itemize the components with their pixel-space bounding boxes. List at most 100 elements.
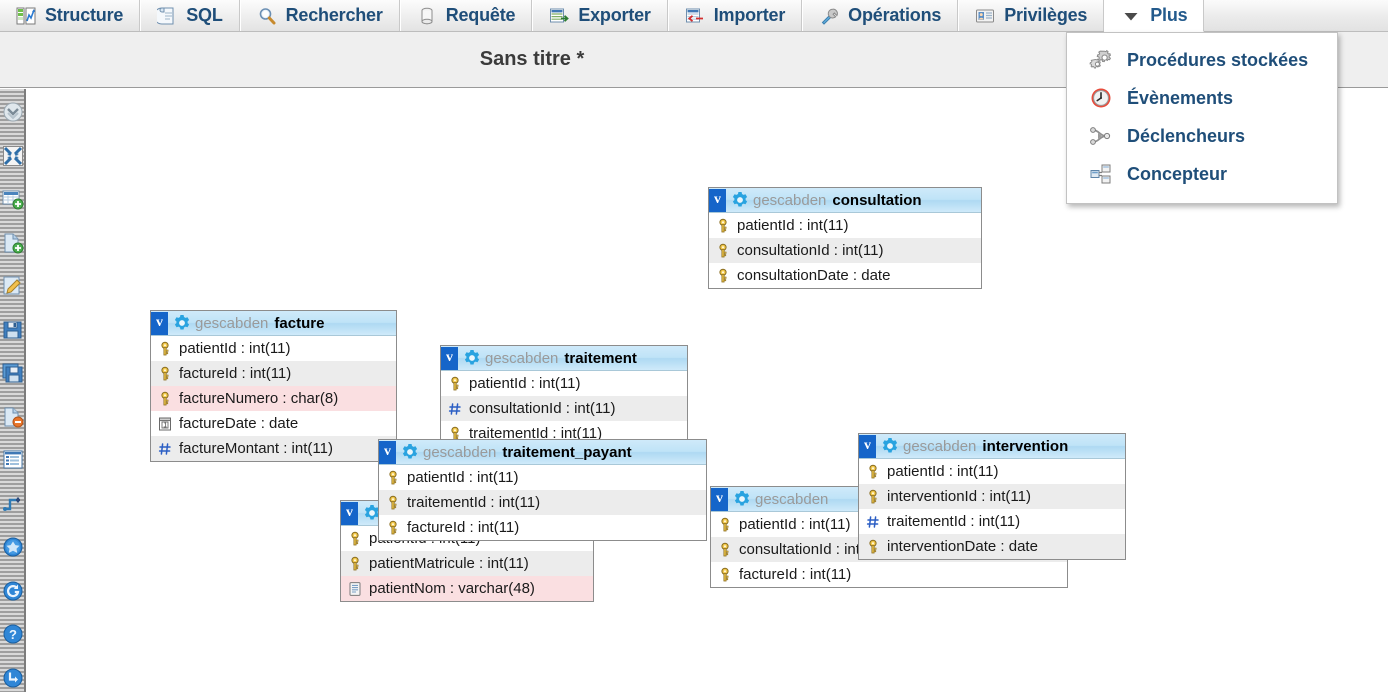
toolbar-show-hide-panel-icon[interactable]	[2, 101, 24, 123]
table-header[interactable]: v gescabden intervention	[859, 434, 1125, 459]
table-column-row[interactable]: factureId : int(11)	[711, 562, 1067, 587]
designer-left-toolbar: ?	[0, 89, 26, 692]
table-box-intervention[interactable]: v gescabden intervention patientId : int(11…	[858, 433, 1126, 560]
menu-item-v-nements[interactable]: Évènements	[1067, 79, 1337, 117]
table-name: traitement_payant	[502, 443, 632, 461]
toolbar-edit-page-icon[interactable]	[2, 275, 24, 297]
table-column-row[interactable]: factureId : int(11)	[379, 515, 706, 540]
key-icon	[716, 268, 737, 284]
toolbar-help-icon[interactable]: ?	[2, 623, 24, 645]
column-label: factureId : int(11)	[407, 519, 520, 536]
tab-privil-ges[interactable]: Privilèges	[958, 0, 1105, 31]
table-column-row[interactable]: patientId : int(11)	[859, 459, 1125, 484]
column-label: factureId : int(11)	[179, 365, 292, 382]
table-column-row[interactable]: patientId : int(11)	[709, 213, 981, 238]
table-column-row[interactable]: traitementId : int(11)	[379, 490, 706, 515]
table-database-name: gescabden	[485, 349, 559, 367]
toolbar-table-list-icon[interactable]	[2, 449, 24, 471]
tab-exporter[interactable]: Exporter	[532, 0, 668, 31]
table-column-row[interactable]: patientMatricule : int(11)	[341, 551, 593, 576]
table-column-row[interactable]: factureId : int(11)	[151, 361, 396, 386]
designer-app: Structure SQL Rechercher Requête Exporter Imp…	[0, 0, 1388, 692]
tab-label: Opérations	[848, 5, 942, 25]
tab-importer[interactable]: Importer	[667, 0, 803, 31]
column-label: traitementId : int(11)	[887, 513, 1021, 530]
column-label: patientId : int(11)	[179, 340, 291, 357]
tab-rechercher[interactable]: Rechercher	[239, 0, 400, 31]
toolbar-collapse-arrows-icon[interactable]	[2, 145, 24, 167]
toolbar-reload-icon[interactable]	[2, 580, 24, 602]
wrench-icon	[819, 6, 839, 26]
svg-text:?: ?	[9, 627, 17, 642]
tab-label: Importer	[713, 5, 786, 25]
gear-icon[interactable]	[876, 437, 903, 455]
table-column-row[interactable]: interventionId : int(11)	[859, 484, 1125, 509]
menu-item-label: Concepteur	[1127, 163, 1228, 184]
table-box-traitement_payant[interactable]: v gescabden traitement_payant patientId : i…	[378, 439, 707, 541]
toolbar-new-page-icon[interactable]	[2, 232, 24, 254]
toolbar-save-page-as-icon[interactable]	[2, 362, 24, 384]
menu-item-d-clencheurs[interactable]: Déclencheurs	[1067, 117, 1337, 155]
table-box-traitement[interactable]: v gescabden traitement patientId : int(11) c…	[440, 345, 688, 447]
toolbar-display-field-icon[interactable]	[2, 536, 24, 558]
toolbar-new-table-icon[interactable]	[2, 188, 24, 210]
key-icon	[716, 218, 737, 234]
toolbar-angular-links-icon[interactable]	[2, 667, 24, 689]
key-icon	[158, 366, 179, 382]
gear-icon[interactable]	[458, 349, 485, 367]
tab-plus[interactable]: Plus	[1104, 0, 1205, 32]
tab-op-rations[interactable]: Opérations	[802, 0, 959, 31]
date-icon	[158, 416, 179, 432]
view-toggle-badge[interactable]: v	[709, 188, 726, 212]
menu-item-proc-dures-stock-es[interactable]: Procédures stockées	[1067, 41, 1337, 79]
key-icon	[718, 542, 739, 558]
privileges-icon	[975, 6, 995, 26]
toolbar-create-relation-icon[interactable]	[2, 493, 24, 515]
key-icon	[866, 489, 887, 505]
table-column-row[interactable]: factureMontant : int(11)	[151, 436, 396, 461]
gear-icon[interactable]	[396, 443, 423, 461]
table-column-row[interactable]: consultationDate : date	[709, 263, 981, 288]
table-column-row[interactable]: patientId : int(11)	[441, 371, 687, 396]
table-column-row[interactable]: patientNom : varchar(48)	[341, 576, 593, 601]
gear-icon[interactable]	[168, 314, 195, 332]
toolbar-delete-page-icon[interactable]	[2, 406, 24, 428]
view-toggle-badge[interactable]: v	[441, 346, 458, 370]
table-name: facture	[274, 314, 325, 332]
table-column-row[interactable]: factureNumero : char(8)	[151, 386, 396, 411]
menu-item-label: Évènements	[1127, 87, 1234, 108]
tab-label: Privilèges	[1004, 5, 1088, 25]
key-icon	[866, 539, 887, 555]
view-toggle-badge[interactable]: v	[341, 501, 358, 525]
column-label: factureNumero : char(8)	[179, 390, 339, 407]
toolbar-save-page-icon[interactable]	[2, 319, 24, 341]
table-name: consultation	[832, 191, 922, 209]
tab-structure[interactable]: Structure	[0, 0, 141, 31]
table-column-row[interactable]: patientId : int(11)	[379, 465, 706, 490]
view-toggle-badge[interactable]: v	[859, 434, 876, 458]
table-box-facture[interactable]: v gescabden facture patientId : int(11) fact…	[150, 310, 397, 462]
table-header[interactable]: v gescabden traitement	[441, 346, 687, 371]
tab-requ-te[interactable]: Requête	[399, 0, 533, 31]
table-column-row[interactable]: patientId : int(11)	[151, 336, 396, 361]
gear-icon[interactable]	[728, 490, 755, 508]
menu-item-concepteur[interactable]: Concepteur	[1067, 155, 1337, 193]
table-column-row[interactable]: factureDate : date	[151, 411, 396, 436]
table-column-row[interactable]: interventionDate : date	[859, 534, 1125, 559]
table-column-row[interactable]: consultationId : int(11)	[709, 238, 981, 263]
view-toggle-badge[interactable]: v	[379, 440, 396, 464]
tab-sql[interactable]: SQL	[140, 0, 240, 31]
table-header[interactable]: v gescabden traitement_payant	[379, 440, 706, 465]
column-label: patientId : int(11)	[739, 516, 851, 533]
text-icon	[348, 581, 369, 597]
view-toggle-badge[interactable]: v	[711, 487, 728, 511]
more-dropdown-menu[interactable]: Procédures stockées Évènements Déclencheur…	[1066, 32, 1338, 204]
view-toggle-badge[interactable]: v	[151, 311, 168, 335]
gear-icon[interactable]	[726, 191, 753, 209]
tab-label: Requête	[445, 5, 516, 25]
table-header[interactable]: v gescabden facture	[151, 311, 396, 336]
table-column-row[interactable]: traitementId : int(11)	[859, 509, 1125, 534]
table-box-consultation[interactable]: v gescabden consultation patientId : int(11…	[708, 187, 982, 289]
table-column-row[interactable]: consultationId : int(11)	[441, 396, 687, 421]
table-header[interactable]: v gescabden consultation	[709, 188, 981, 213]
